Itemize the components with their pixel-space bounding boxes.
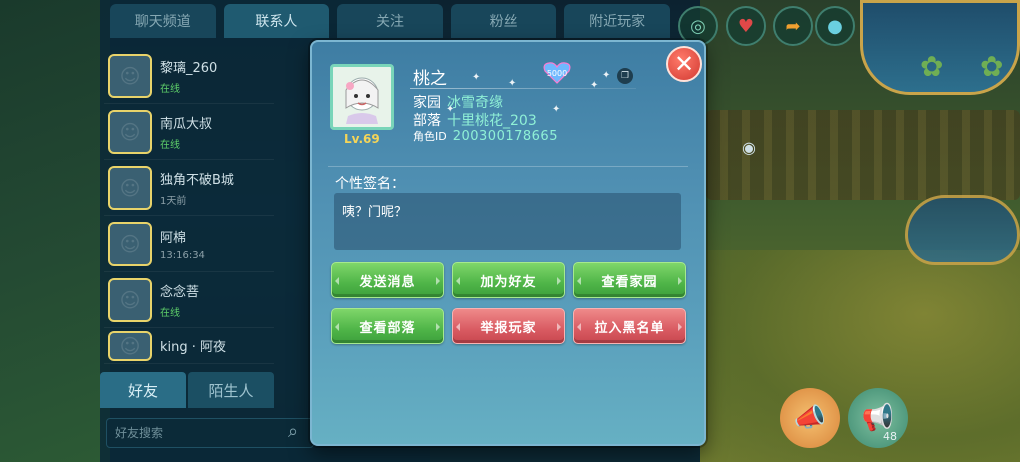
signature-text: 咦？门呢？: [334, 193, 681, 250]
view-home-button[interactable]: 查看家园: [573, 262, 686, 298]
friend-status: 在线: [160, 83, 180, 95]
background-planter-2: [905, 195, 1020, 265]
avatar: ☺: [108, 221, 152, 266]
friend-search-input[interactable]: 好友搜索: [106, 418, 314, 448]
search-icon[interactable]: ⌕: [288, 421, 298, 442]
tab-strangers[interactable]: 陌生人: [188, 372, 274, 408]
avatar: ☺: [108, 330, 152, 361]
tab-friends[interactable]: 好友: [100, 372, 186, 408]
avatar: ☺: [108, 165, 152, 210]
divider: [328, 166, 688, 167]
friend-list-item[interactable]: ☺ 南瓜大叔 在线: [104, 104, 274, 160]
player-level: Lv.69: [344, 132, 380, 146]
tribe-value: 十里桃花_203: [447, 113, 537, 129]
tribe-label: 部落: [413, 113, 441, 129]
heart-icon[interactable]: ♥: [726, 6, 766, 46]
friend-status: 1天前: [160, 195, 187, 207]
block-player-button[interactable]: 拉入黑名单: [573, 308, 686, 344]
friend-list-item[interactable]: ☺ 独角不破B城 1天前: [104, 160, 274, 216]
friend-name: king · 阿夜: [160, 340, 227, 355]
sparkle-icon: ✦: [472, 72, 481, 83]
report-player-button[interactable]: 举报玩家: [452, 308, 565, 344]
view-tribe-button[interactable]: 查看部落: [331, 308, 444, 344]
badge-value: 5000: [546, 68, 568, 78]
eye-icon[interactable]: ◉: [742, 138, 756, 157]
friend-list-item[interactable]: ☺ 念念菩 在线: [104, 272, 274, 328]
sprout-icon: ✿: [980, 50, 1004, 83]
friend-status: 在线: [160, 307, 180, 319]
friend-name: 念念菩: [160, 284, 200, 300]
friend-type-tabs: 好友 陌生人: [100, 372, 274, 408]
role-id-value: 200300178665: [452, 129, 558, 144]
player-name: 桃之: [413, 69, 447, 89]
friend-list: ☺ 黎璃_260 在线 ☺ 南瓜大叔 在线 ☺ 独角不破B城 1天前 ☺ 阿棉 …: [104, 48, 274, 364]
sparkle-icon: ✦: [602, 70, 611, 81]
home-row: 家园 冰雪奇缘: [413, 92, 503, 112]
friend-name: 黎璃_260: [160, 60, 218, 76]
signature-label: 个性签名：: [335, 176, 405, 192]
name-underline: [410, 88, 636, 89]
friend-list-item[interactable]: ☺ king · 阿夜: [104, 328, 274, 364]
broadcast-button[interactable]: 📢: [848, 388, 908, 448]
background-left-scene: [0, 0, 110, 462]
friend-list-item[interactable]: ☺ 阿棉 13:16:34: [104, 216, 274, 272]
tab-chat[interactable]: 聊天频道: [110, 4, 216, 38]
friend-name: 南瓜大叔: [160, 116, 213, 132]
heart-badge-icon: 5000: [542, 62, 572, 84]
tribe-row: 部落 十里桃花_203: [413, 110, 537, 130]
friend-name: 独角不破B城: [160, 172, 234, 188]
tab-contacts[interactable]: 联系人: [223, 4, 330, 38]
home-label: 家园: [413, 95, 441, 111]
friend-status: 13:16:34: [160, 249, 205, 261]
player-avatar: [330, 64, 394, 130]
sprout-icon: ✿: [920, 50, 944, 83]
friend-name: 阿棉: [160, 230, 187, 246]
avatar: ☺: [108, 109, 152, 154]
tab-following[interactable]: 关注: [337, 4, 443, 38]
avatar-portrait-icon: [345, 77, 379, 124]
broadcast-count: 48: [883, 430, 897, 443]
close-icon[interactable]: ✕: [666, 46, 702, 82]
friend-list-item[interactable]: ☺ 黎璃_260 在线: [104, 48, 274, 104]
friend-status: 在线: [160, 139, 180, 151]
water-drop-icon[interactable]: ●: [815, 6, 855, 46]
home-value: 冰雪奇缘: [447, 95, 503, 111]
sparkle-icon: ✦: [590, 80, 599, 91]
megaphone-button[interactable]: 📣: [780, 388, 840, 448]
share-icon[interactable]: ➦: [773, 6, 813, 46]
copy-icon[interactable]: ❐: [617, 68, 633, 84]
avatar: ☺: [108, 277, 152, 322]
avatar: ☺: [108, 53, 152, 98]
top-tab-bar: 聊天频道 联系人 关注 粉丝 附近玩家: [110, 4, 670, 38]
send-message-button[interactable]: 发送消息: [331, 262, 444, 298]
add-friend-button[interactable]: 加为好友: [452, 262, 565, 298]
sparkle-icon: ✦: [552, 104, 561, 115]
tab-fans[interactable]: 粉丝: [450, 4, 557, 38]
role-id-label: 角色ID: [413, 130, 447, 143]
role-id-row: 角色ID 200300178665: [413, 128, 558, 144]
tab-nearby[interactable]: 附近玩家: [564, 4, 670, 38]
